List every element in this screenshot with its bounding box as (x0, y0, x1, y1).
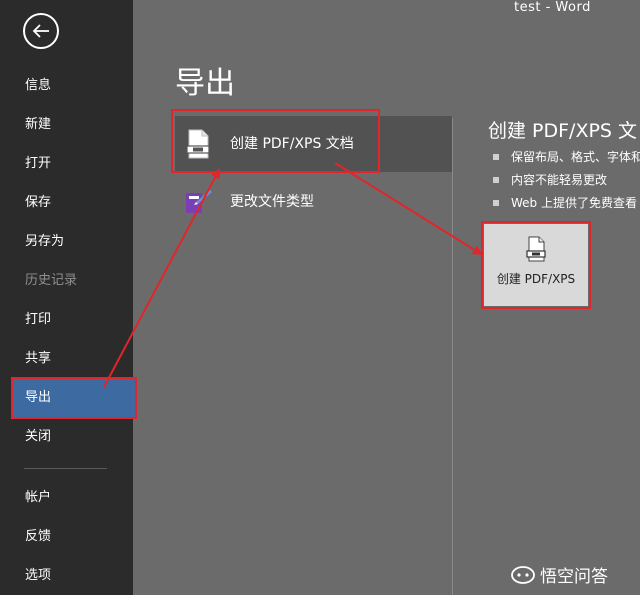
nav-item-options[interactable]: 选项 (0, 557, 133, 595)
watermark-text: 悟空问答 (540, 566, 608, 587)
annotation-box-create-button (481, 221, 591, 309)
annotation-box-export (11, 377, 137, 419)
page-title: 导出 (175, 66, 235, 101)
detail-title: 创建 PDF/XPS 文 (488, 120, 638, 142)
backstage-sidebar: 信息 新建 打开 保存 另存为 历史记录 打印 共享 导出 关闭 帐户 反馈 选… (0, 0, 136, 595)
wukong-logo-icon (511, 566, 535, 584)
bullet-icon (493, 176, 499, 183)
bullet-icon (493, 153, 499, 160)
nav-item-share[interactable]: 共享 (0, 340, 133, 378)
nav-item-print[interactable]: 打印 (0, 301, 133, 339)
nav-item-account[interactable]: 帐户 (0, 479, 133, 517)
detail-bullet: 保留布局、格式、字体和 (493, 148, 640, 165)
detail-bullet: 内容不能轻易更改 (493, 171, 607, 188)
nav-item-save-as[interactable]: 另存为 (0, 223, 133, 261)
nav-item-save[interactable]: 保存 (0, 184, 133, 222)
back-arrow-icon (32, 24, 49, 38)
watermark: 悟空问答 (510, 560, 608, 588)
bullet-icon (493, 199, 499, 206)
detail-bullet: Web 上提供了免费查看 (493, 194, 637, 211)
panel-divider (452, 118, 453, 595)
nav-item-history: 历史记录 (25, 273, 78, 288)
export-option-change-file-type[interactable]: 更改文件类型 (175, 174, 452, 230)
nav-item-feedback[interactable]: 反馈 (0, 518, 133, 556)
export-option-label: 更改文件类型 (230, 194, 314, 210)
nav-item-info[interactable]: 信息 (0, 67, 133, 105)
nav-item-open[interactable]: 打开 (0, 145, 133, 183)
window-title: test - Word (514, 0, 591, 15)
nav-item-new[interactable]: 新建 (0, 106, 133, 144)
back-button[interactable] (23, 13, 59, 49)
change-file-type-icon (186, 190, 212, 213)
nav-divider (24, 468, 107, 469)
nav-item-close[interactable]: 关闭 (0, 418, 133, 456)
annotation-box-create-pdf (171, 109, 380, 173)
